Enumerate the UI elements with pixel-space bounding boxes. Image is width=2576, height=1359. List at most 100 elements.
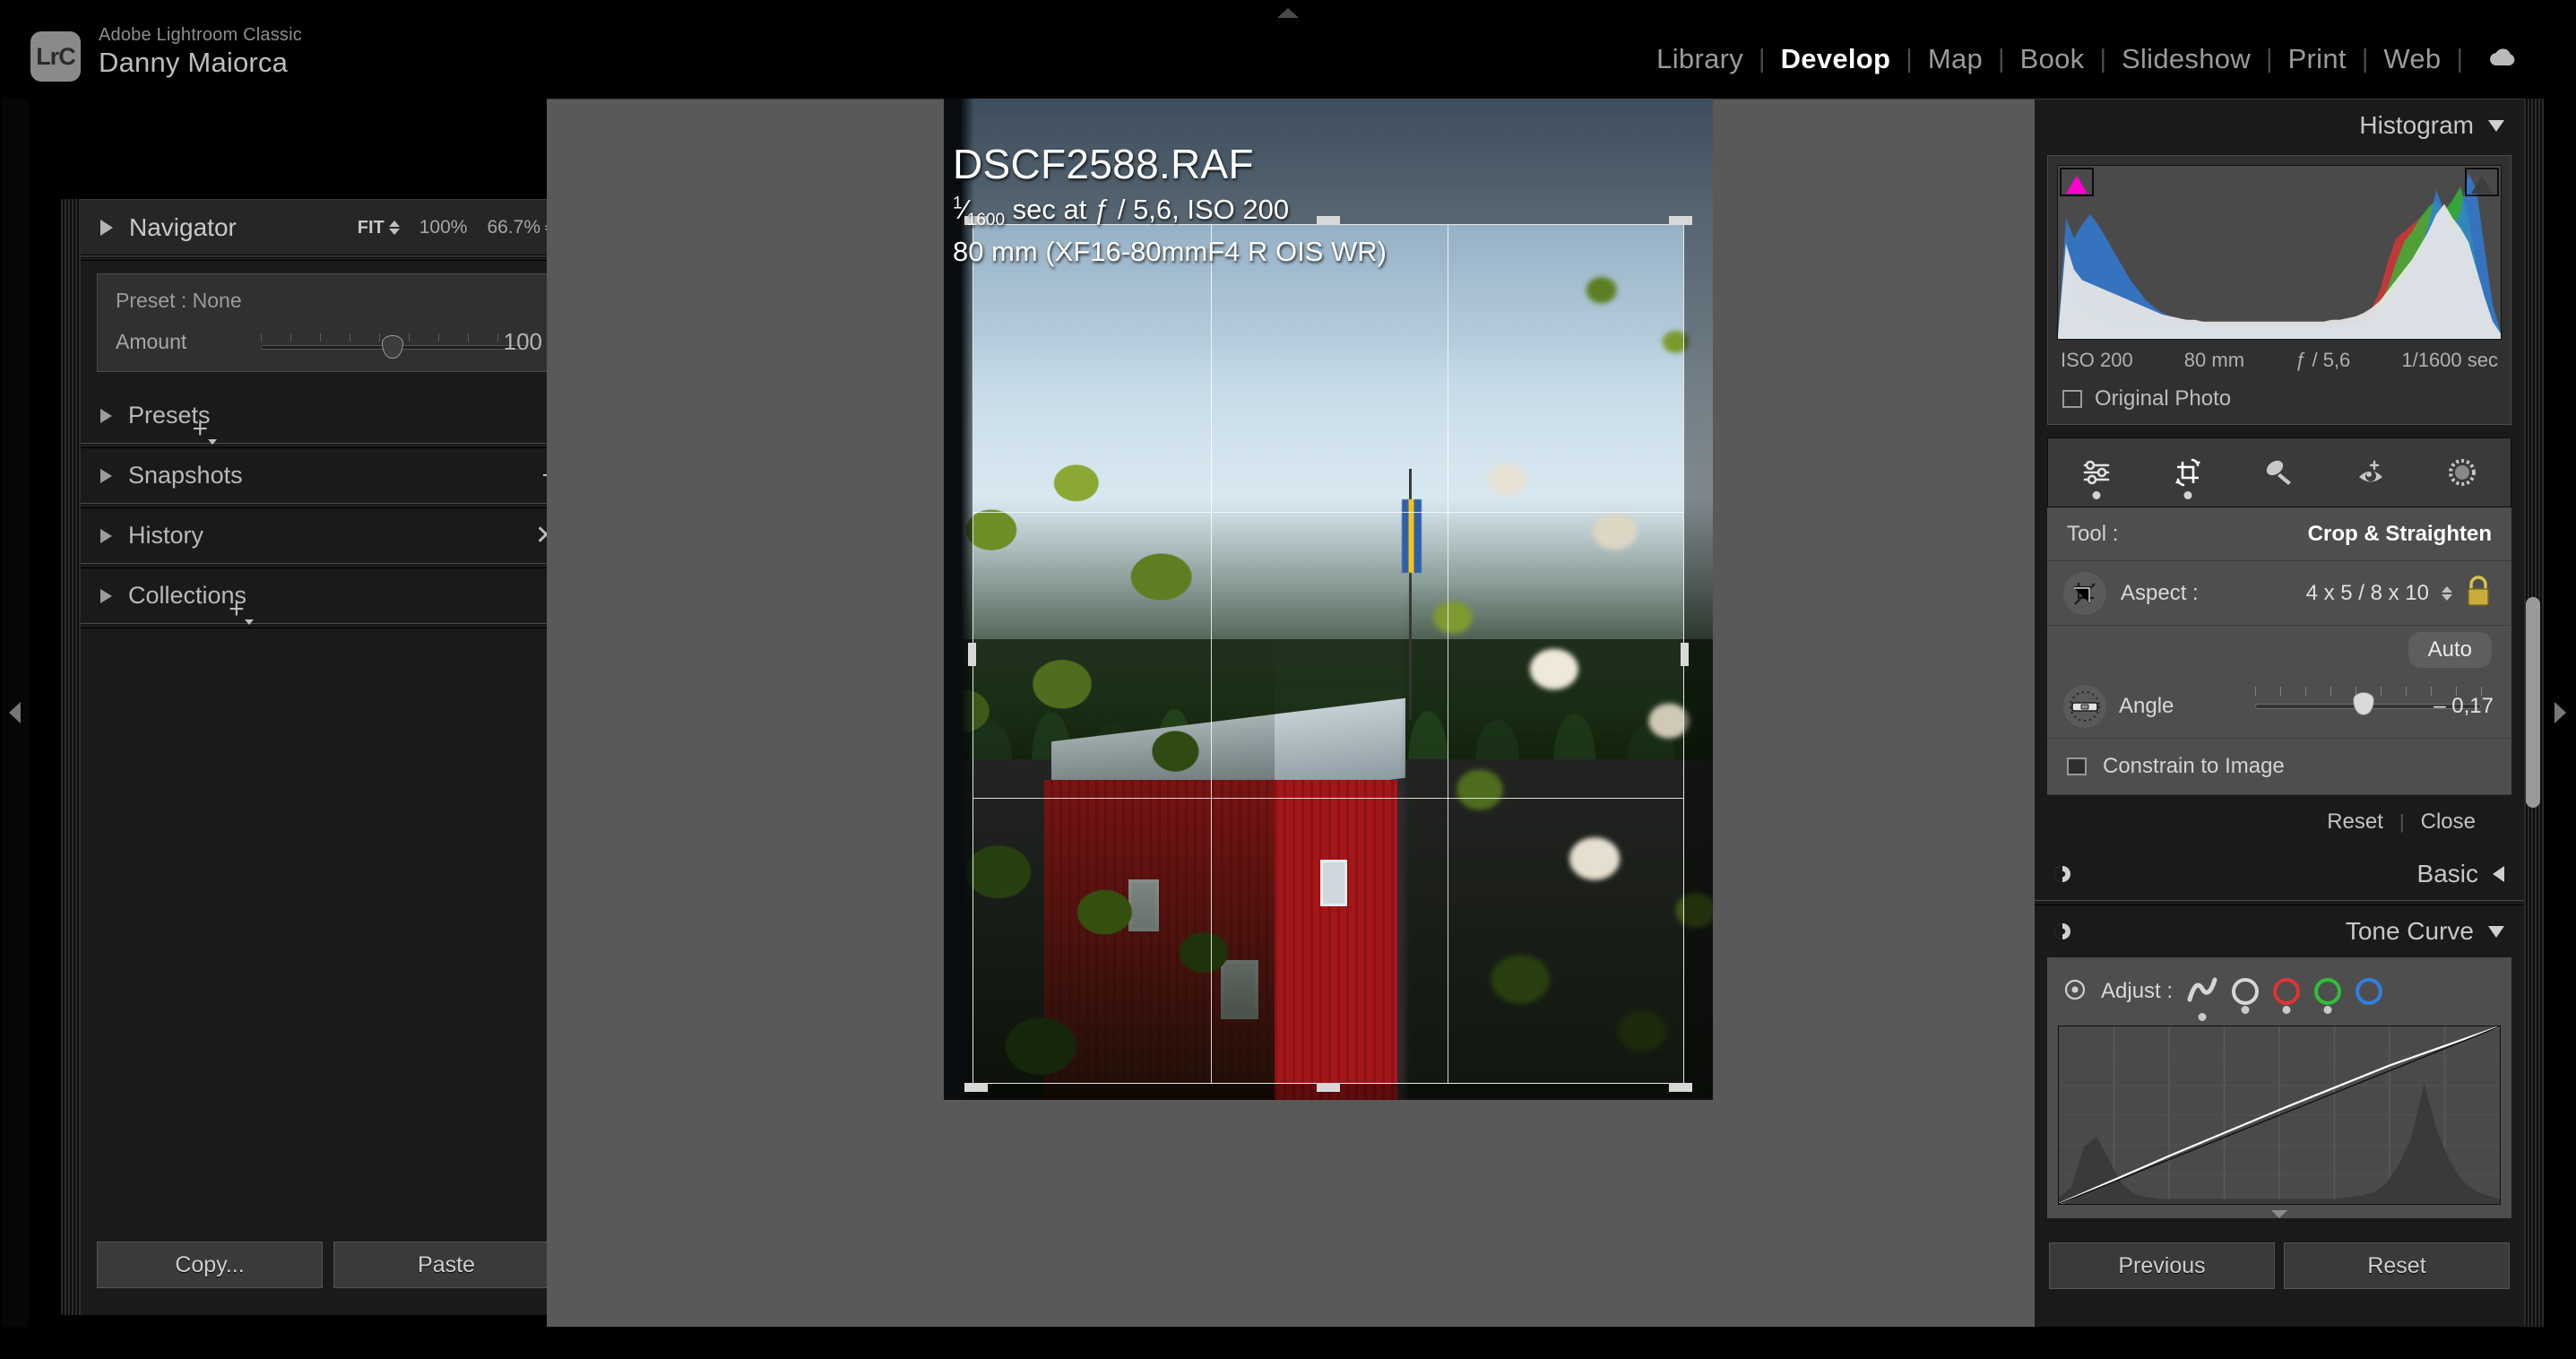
aspect-row[interactable]: Aspect : 4 x 5 / 8 x 10 <box>2047 561 2511 626</box>
histogram-metadata[interactable]: ISO 200 80 mm ƒ / 5,6 1/1600 sec <box>2057 340 2502 383</box>
point-curve-green-icon[interactable] <box>2314 978 2342 1014</box>
highlight-clipping-indicator[interactable] <box>2465 168 2499 196</box>
tone-curve-graph[interactable] <box>2058 1026 2501 1205</box>
module-web[interactable]: Web <box>2368 43 2456 75</box>
histogram-graph[interactable] <box>2057 165 2502 340</box>
aspect-lock-icon[interactable] <box>2463 573 2494 613</box>
crop-reset-button[interactable]: Reset <box>2311 809 2399 835</box>
histogram-header[interactable]: Histogram <box>2035 100 2524 151</box>
navigator-zoom-controls[interactable]: FIT 100% 66.7% <box>358 200 556 255</box>
paste-button[interactable]: Paste <box>333 1242 559 1288</box>
navigator-header[interactable]: Navigator FIT 100% 66.7% <box>81 200 575 255</box>
target-adjust-icon[interactable] <box>2063 978 2087 1006</box>
parametric-curve-icon[interactable] <box>2187 975 2217 1021</box>
crop-handle-bottom-right[interactable] <box>1669 1083 1692 1092</box>
develop-tool-strip[interactable] <box>2047 437 2511 507</box>
zoom-100-label[interactable]: 100% <box>419 217 468 238</box>
plus-dropdown-icon[interactable]: + <box>193 416 218 445</box>
chevron-left-icon[interactable] <box>2493 866 2504 882</box>
tool-active-dot <box>2183 491 2192 499</box>
crop-frame-tool-icon[interactable] <box>2063 571 2106 615</box>
tone-curve-adjust-row[interactable]: Adjust : <box>2047 966 2511 1021</box>
tone-curve-header[interactable]: Tone Curve <box>2035 905 2524 957</box>
reset-button[interactable]: Reset <box>2284 1242 2510 1289</box>
slider-tick <box>379 333 380 342</box>
module-library[interactable]: Library <box>1641 43 1759 75</box>
right-panel-collapse-toggle[interactable] <box>2544 99 2576 1327</box>
healing-brush-icon[interactable] <box>2259 452 2300 493</box>
crop-handle-bottom-center[interactable] <box>1317 1083 1340 1092</box>
image-canvas[interactable]: DSCF2588.RAF 1⁄1600 sec at ƒ / 5,6, ISO … <box>547 99 2035 1327</box>
left-panel-grip[interactable] <box>61 199 81 1315</box>
left-section-collections[interactable]: Collections + <box>81 568 575 625</box>
point-curve-white-icon[interactable] <box>2232 978 2260 1014</box>
constrain-to-image-row[interactable]: Constrain to Image <box>2047 739 2511 794</box>
module-book[interactable]: Book <box>2005 43 2100 75</box>
constrain-to-image-checkbox[interactable] <box>2067 757 2087 775</box>
point-curve-blue-icon[interactable] <box>2356 978 2383 1005</box>
basic-header[interactable]: Basic <box>2035 848 2524 900</box>
disclosure-triangle-icon[interactable] <box>100 219 113 236</box>
module-separator: | <box>1759 44 1766 74</box>
amount-label: Amount <box>116 330 187 353</box>
photo-filename: DSCF2588.RAF <box>953 141 1254 187</box>
zoom-fit-label[interactable]: FIT <box>358 218 385 238</box>
module-print[interactable]: Print <box>2273 43 2362 75</box>
left-panel-collapse-toggle[interactable] <box>2 99 29 1327</box>
disclosure-triangle-icon[interactable] <box>100 588 112 603</box>
masking-icon[interactable] <box>2076 452 2117 499</box>
auto-straighten-button[interactable]: Auto <box>2407 632 2492 668</box>
left-section-presets[interactable]: Presets + <box>81 388 575 445</box>
crop-close-button[interactable]: Close <box>2405 809 2492 835</box>
crop-handle-right-center[interactable] <box>1681 642 1689 666</box>
original-photo-checkbox[interactable] <box>2062 390 2082 408</box>
chevron-down-icon[interactable] <box>2488 119 2504 132</box>
original-photo-row[interactable]: Original Photo <box>2057 383 2502 424</box>
straighten-tool-icon[interactable] <box>2063 684 2106 728</box>
crop-handle-top-right[interactable] <box>1669 216 1692 225</box>
angle-row[interactable]: Angle – 0,17 <box>2047 674 2511 739</box>
amount-value[interactable]: 100 <box>504 328 542 356</box>
aspect-value[interactable]: 4 x 5 / 8 x 10 <box>2306 581 2429 606</box>
module-slideshow[interactable]: Slideshow <box>2106 43 2266 75</box>
cloud-icon[interactable] <box>2485 45 2520 74</box>
module-map[interactable]: Map <box>1913 43 1998 75</box>
spot-removal-icon[interactable] <box>2442 452 2483 493</box>
crop-handle-left-center[interactable] <box>968 642 976 666</box>
previous-button[interactable]: Previous <box>2049 1242 2275 1289</box>
top-panel-collapse-toggle[interactable] <box>1272 5 1304 20</box>
left-section-snapshots[interactable]: Snapshots+ <box>81 448 575 503</box>
eye-icon[interactable] <box>2053 864 2072 884</box>
point-curve-red-icon[interactable] <box>2273 978 2301 1014</box>
angle-value[interactable]: – 0,17 <box>2433 694 2494 719</box>
chevron-down-icon[interactable] <box>2488 925 2504 938</box>
eye-icon[interactable] <box>2053 922 2072 941</box>
module-picker[interactable]: Library | Develop | Map | Book | Slideshow | Print… <box>1641 43 2520 75</box>
right-panel-content: Histogram ISO 200 80 mm ƒ / 5,6 1/1600 sec <box>2035 99 2524 1327</box>
auto-row: Auto <box>2047 626 2511 674</box>
disclosure-triangle-icon[interactable] <box>100 408 112 423</box>
copy-button[interactable]: Copy... <box>97 1242 323 1288</box>
identity-plate[interactable]: Adobe Lightroom Classic Danny Maiorca <box>99 25 302 79</box>
crop-straighten-icon[interactable] <box>2167 452 2209 499</box>
zoom-current-label[interactable]: 66.7% <box>487 217 540 238</box>
crop-handle-bottom-left[interactable] <box>964 1083 988 1092</box>
disclosure-triangle-icon[interactable] <box>100 468 112 483</box>
slider-tick <box>468 333 469 342</box>
left-section-history[interactable]: History✕ <box>81 508 575 563</box>
disclosure-triangle-icon[interactable] <box>100 528 112 543</box>
module-develop[interactable]: Develop <box>1766 43 1906 75</box>
shadow-clipping-indicator[interactable] <box>2060 168 2094 196</box>
histogram-title: Histogram <box>2359 111 2474 139</box>
photo-container[interactable]: DSCF2588.RAF 1⁄1600 sec at ƒ / 5,6, ISO … <box>944 99 1713 1100</box>
amount-slider-knob[interactable] <box>382 335 403 359</box>
shutter-fraction: 1⁄1600 <box>953 194 1006 230</box>
red-eye-icon[interactable] <box>2350 452 2391 493</box>
module-separator: | <box>2266 44 2273 74</box>
aspect-stepper[interactable] <box>2442 585 2452 601</box>
zoom-fit-stepper[interactable] <box>388 221 400 235</box>
plus-dropdown-icon[interactable]: + <box>229 596 254 625</box>
angle-slider-knob[interactable] <box>2353 692 2374 715</box>
tone-curve-expand-caret-icon[interactable] <box>2271 1210 2287 1218</box>
right-panel-scrollbar[interactable] <box>2526 597 2540 808</box>
